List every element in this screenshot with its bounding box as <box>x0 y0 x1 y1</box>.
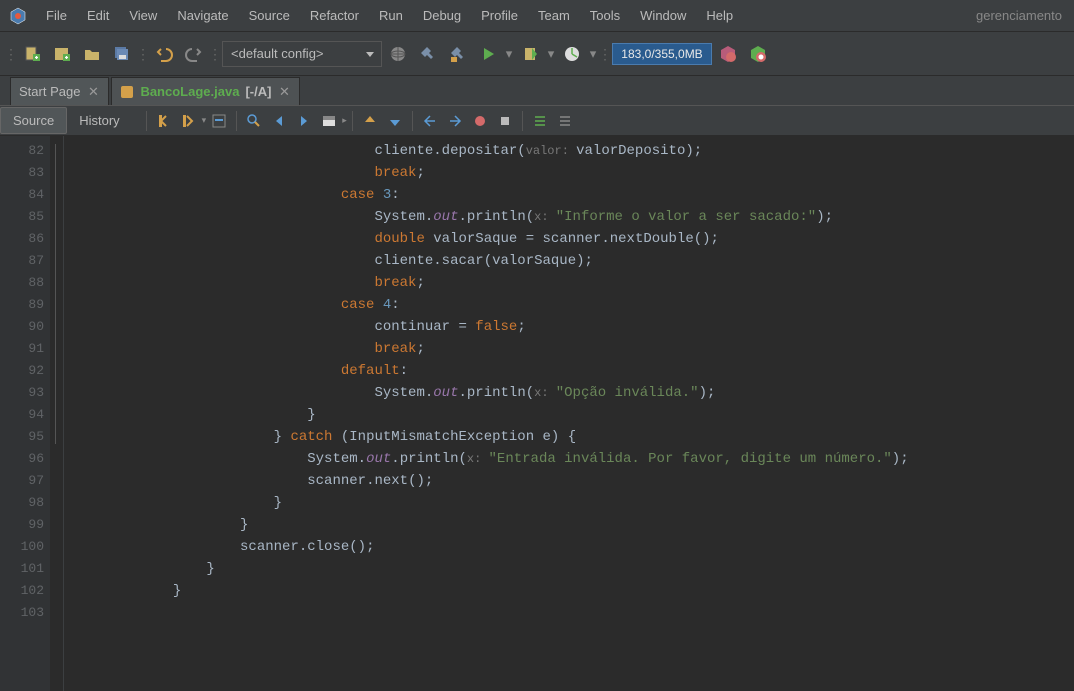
profile-button[interactable] <box>558 40 586 68</box>
dropdown-icon[interactable]: ▾ <box>504 46 514 62</box>
next-bookmark-button[interactable] <box>383 109 407 133</box>
history-mode-button[interactable]: History <box>67 108 131 133</box>
uncomment-button[interactable] <box>553 109 577 133</box>
menu-refactor[interactable]: Refactor <box>300 4 369 27</box>
clean-build-button[interactable] <box>444 40 472 68</box>
debug-button[interactable] <box>516 40 544 68</box>
menu-run[interactable]: Run <box>369 4 413 27</box>
menu-profile[interactable]: Profile <box>471 4 528 27</box>
tab-start-page[interactable]: Start Page ✕ <box>10 77 109 105</box>
menu-window[interactable]: Window <box>630 4 696 27</box>
toggle-highlight-button[interactable] <box>317 109 341 133</box>
prev-bookmark-button[interactable] <box>358 109 382 133</box>
tab-suffix: [-/A] <box>245 84 271 99</box>
dropdown-icon[interactable]: ▾ <box>546 46 556 62</box>
project-name: gerenciamento <box>976 8 1070 23</box>
toolbar-grip: ⋮ <box>8 47 14 61</box>
settings-cube-button[interactable] <box>744 40 772 68</box>
editor-tabs: Start Page ✕ BancoLage.java [-/A] ✕ <box>0 76 1074 106</box>
code-editor[interactable]: 8283848586878889909192939495969798991001… <box>0 136 1074 691</box>
macro-record-button[interactable] <box>468 109 492 133</box>
source-mode-button[interactable]: Source <box>0 107 67 134</box>
build-button[interactable] <box>414 40 442 68</box>
new-project-button[interactable] <box>48 40 76 68</box>
close-icon[interactable]: ✕ <box>86 85 100 99</box>
menu-edit[interactable]: Edit <box>77 4 119 27</box>
open-project-button[interactable] <box>78 40 106 68</box>
tab-label: Start Page <box>19 84 80 99</box>
java-file-icon <box>120 85 134 99</box>
dropdown-icon[interactable]: ▾ <box>202 115 207 126</box>
tab-banco-lage[interactable]: BancoLage.java [-/A] ✕ <box>111 77 300 105</box>
menu-debug[interactable]: Debug <box>413 4 471 27</box>
menu-source[interactable]: Source <box>239 4 300 27</box>
toolbar-grip: ⋮ <box>212 47 218 61</box>
macro-stop-button[interactable] <box>493 109 517 133</box>
undo-button[interactable] <box>150 40 178 68</box>
menu-navigate[interactable]: Navigate <box>167 4 238 27</box>
memory-indicator[interactable]: 183,0/355,0MB <box>612 43 712 65</box>
menu-file[interactable]: File <box>36 4 77 27</box>
editor-toolbar: Source History ▾ ▸ <box>0 106 1074 136</box>
menu-view[interactable]: View <box>119 4 167 27</box>
menu-help[interactable]: Help <box>696 4 743 27</box>
line-number-gutter: 8283848586878889909192939495969798991001… <box>0 136 50 691</box>
code-area[interactable]: cliente.depositar(valor: valorDeposito);… <box>64 136 1074 691</box>
close-icon[interactable]: ✕ <box>277 85 291 99</box>
comment-button[interactable] <box>528 109 552 133</box>
toolbar-grip: ⋮ <box>602 47 608 61</box>
main-toolbar: ⋮ ⋮ ⋮ <default config> ▾ ▾ ▾ ⋮ 183,0/355… <box>0 32 1074 76</box>
tab-label: BancoLage.java <box>140 84 239 99</box>
menubar: FileEditViewNavigateSourceRefactorRunDeb… <box>0 0 1074 32</box>
menu-tools[interactable]: Tools <box>580 4 630 27</box>
forward-button[interactable] <box>177 109 201 133</box>
find-prev-button[interactable] <box>267 109 291 133</box>
back-button[interactable] <box>152 109 176 133</box>
find-next-button[interactable] <box>292 109 316 133</box>
toolbar-grip: ⋮ <box>140 47 146 61</box>
fold-column[interactable] <box>50 136 64 691</box>
new-file-button[interactable] <box>18 40 46 68</box>
shift-left-button[interactable] <box>418 109 442 133</box>
shift-right-button[interactable] <box>443 109 467 133</box>
run-button[interactable] <box>474 40 502 68</box>
last-edit-button[interactable] <box>207 109 231 133</box>
save-all-button[interactable] <box>108 40 136 68</box>
dropdown-icon[interactable]: ▾ <box>588 46 598 62</box>
gc-button[interactable] <box>714 40 742 68</box>
run-config-select[interactable]: <default config> <box>222 41 382 67</box>
menu-team[interactable]: Team <box>528 4 580 27</box>
redo-button[interactable] <box>180 40 208 68</box>
find-selection-button[interactable] <box>242 109 266 133</box>
browser-button[interactable] <box>384 40 412 68</box>
app-logo-icon <box>8 6 28 26</box>
dropdown-icon[interactable]: ▸ <box>342 115 347 126</box>
